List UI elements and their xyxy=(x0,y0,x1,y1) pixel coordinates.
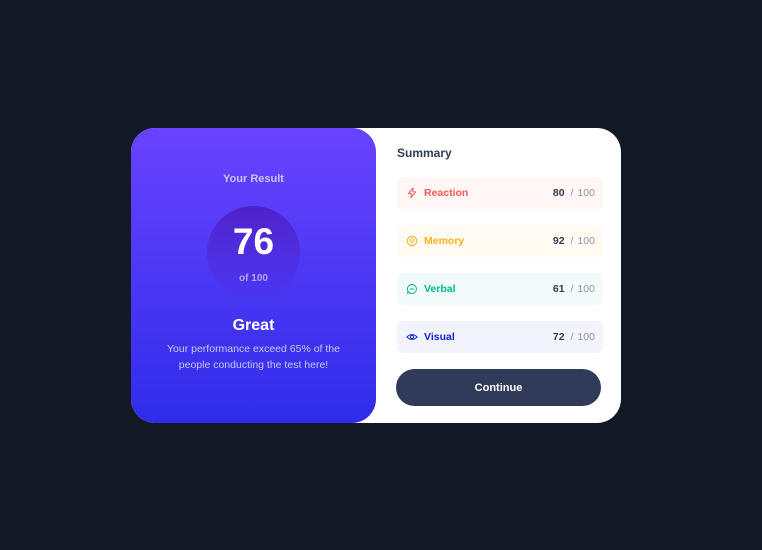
chat-icon xyxy=(406,283,418,295)
summary-row-label: Visual xyxy=(424,331,455,343)
summary-title: Summary xyxy=(397,146,452,160)
grade-description: Your performance exceed 65% of the peopl… xyxy=(167,343,340,371)
result-panel: Your Result 76 of 100 Great Your perform… xyxy=(131,128,376,423)
summary-row-visual: Visual 72 / 100 xyxy=(397,321,603,353)
summary-row-max: 100 xyxy=(577,235,595,247)
summary-row-max: 100 xyxy=(577,187,595,199)
summary-row-separator: / xyxy=(570,331,574,343)
summary-row-reaction: Reaction 80 / 100 xyxy=(397,177,603,209)
summary-row-score: 92 xyxy=(552,235,565,247)
eye-icon xyxy=(406,331,418,343)
summary-row-score: 61 xyxy=(552,283,565,295)
summary-row-memory: Memory 92 / 100 xyxy=(397,225,603,257)
summary-panel: Summary Reaction 80 / 100 Memory 92 / 10… xyxy=(376,128,621,423)
result-heading: Your Result xyxy=(223,173,284,185)
summary-row-separator: / xyxy=(570,187,574,199)
score-value: 76 xyxy=(232,221,275,262)
results-card: Your Result 76 of 100 Great Your perform… xyxy=(131,128,621,423)
summary-row-separator: / xyxy=(570,283,574,295)
summary-row-score: 80 xyxy=(552,187,565,199)
summary-row-separator: / xyxy=(570,235,574,247)
grade-title: Great xyxy=(232,317,275,334)
brain-icon xyxy=(406,235,418,247)
continue-button[interactable]: Continue xyxy=(396,369,601,406)
lightning-icon xyxy=(406,187,418,199)
summary-row-label: Reaction xyxy=(424,187,469,199)
summary-row-max: 100 xyxy=(577,331,595,343)
score-of-label: of 100 xyxy=(239,273,268,284)
summary-row-score: 72 xyxy=(552,331,565,343)
score-circle: 76 of 100 xyxy=(207,206,300,299)
summary-row-verbal: Verbal 61 / 100 xyxy=(397,273,603,305)
summary-row-label: Verbal xyxy=(424,283,456,295)
summary-list: Reaction 80 / 100 Memory 92 / 100 Verbal xyxy=(397,177,603,353)
summary-row-max: 100 xyxy=(577,283,595,295)
summary-row-label: Memory xyxy=(424,235,465,247)
